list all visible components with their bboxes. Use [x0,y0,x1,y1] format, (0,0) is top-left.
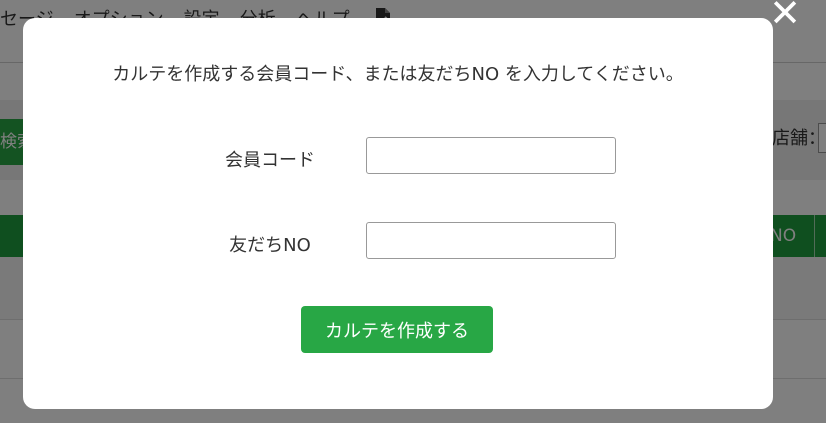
member-code-input[interactable] [366,137,616,174]
friend-no-input[interactable] [366,222,616,259]
modal-message: カルテを作成する会員コード、または友だちNO を入力してください。 [112,64,684,85]
app-page: セージ オプション 設定 分析 ヘルプ 検索 店舗： NO ✕ カルテを作成する… [0,0,826,423]
create-chart-button[interactable]: カルテを作成する [301,306,493,353]
friend-no-label: 友だちNO [229,235,311,256]
close-icon[interactable]: ✕ [768,0,802,32]
member-code-label: 会員コード [225,150,315,171]
create-chart-modal: カルテを作成する会員コード、または友だちNO を入力してください。 会員コード … [23,18,773,409]
